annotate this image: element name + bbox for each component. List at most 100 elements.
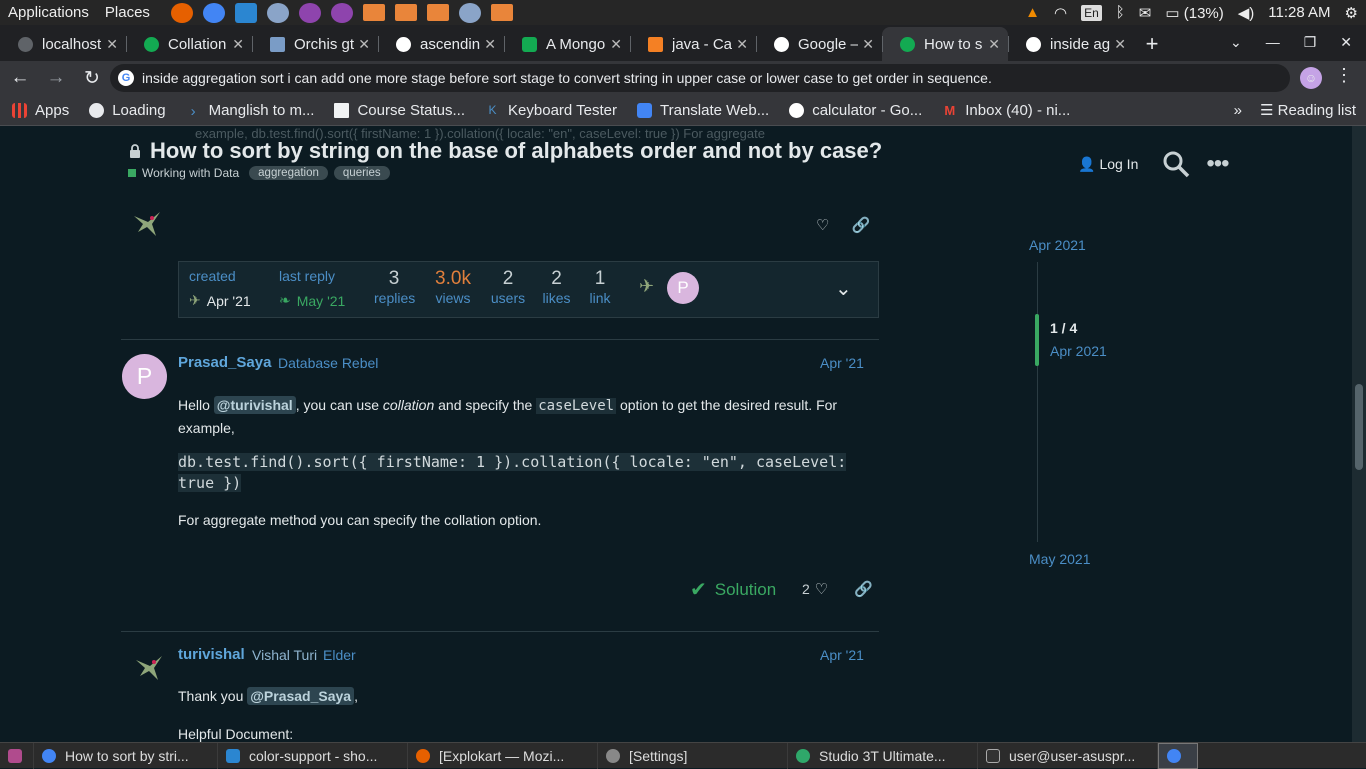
reading-list-button[interactable]: ☰ Reading list <box>1260 101 1356 119</box>
workspace-switcher[interactable] <box>1158 742 1198 769</box>
keyboard-layout[interactable]: En <box>1081 4 1102 21</box>
category-link[interactable]: Working with Data <box>142 166 239 180</box>
post-date[interactable]: Apr '21 <box>820 355 864 371</box>
bookmark-inbox[interactable]: M Inbox (40) - ni... <box>942 102 1070 119</box>
settings-gear-icon[interactable]: ⚙ <box>1345 4 1358 22</box>
bookmark-calculator[interactable]: calculator - Go... <box>789 102 922 119</box>
show-desktop-button[interactable] <box>0 742 34 769</box>
app-launcher-icon-1[interactable] <box>298 2 321 23</box>
more-bookmarks-button[interactable]: » <box>1234 102 1242 119</box>
minimize-button[interactable]: — <box>1266 34 1280 50</box>
taskbar-item[interactable]: [Explokart — Mozi... <box>408 742 598 769</box>
like-button[interactable]: 2 ♡ <box>802 580 828 598</box>
post-author-avatar[interactable]: P <box>122 354 167 399</box>
post-date[interactable]: Apr '21 <box>820 647 864 663</box>
mail-icon[interactable]: ✉ <box>1139 4 1152 22</box>
share-link-icon[interactable]: 🔗 <box>854 580 873 598</box>
address-text[interactable]: inside aggregation sort i can add one mo… <box>142 70 992 86</box>
browser-launcher-icon[interactable] <box>266 2 289 23</box>
timeline-start-date[interactable]: Apr 2021 <box>1029 237 1086 253</box>
address-bar[interactable]: G inside aggregation sort i can add one … <box>110 64 1290 92</box>
bookmark-keyboard-tester[interactable]: K Keyboard Tester <box>485 102 617 119</box>
bookmark-translate[interactable]: Translate Web... <box>637 102 769 119</box>
taskbar-item[interactable]: How to sort by stri... <box>34 742 218 769</box>
tab-close-icon[interactable]: ✕ <box>106 36 118 53</box>
reload-button[interactable]: ↻ <box>76 67 108 90</box>
chrome-launcher-icon[interactable] <box>202 2 225 23</box>
maximize-button[interactable]: ❐ <box>1304 34 1317 51</box>
participant-avatar[interactable]: P <box>667 272 699 304</box>
topic-title[interactable]: How to sort by string on the base of alp… <box>150 138 882 164</box>
taskbar-item[interactable]: [Settings] <box>598 742 788 769</box>
back-button[interactable]: ← <box>4 67 36 89</box>
tab-close-icon[interactable]: ✕ <box>988 36 1000 53</box>
tab-close-icon[interactable]: ✕ <box>232 36 244 53</box>
bookmark-manglish[interactable]: › Manglish to m... <box>186 102 315 120</box>
keyboard-icon: K <box>488 102 497 117</box>
network-launcher-icon[interactable] <box>458 2 481 23</box>
new-tab-button[interactable]: + <box>1134 27 1170 61</box>
wifi-icon[interactable]: ◠ <box>1054 4 1067 22</box>
taskbar-item[interactable]: user@user-asuspr... <box>978 742 1158 769</box>
share-link-icon[interactable]: 🔗 <box>851 216 870 234</box>
browser-tab-active[interactable]: How to s ✕ <box>882 27 1008 61</box>
page-scrollbar[interactable] <box>1352 126 1366 742</box>
taskbar-item[interactable]: color-support - sho... <box>218 742 408 769</box>
close-window-button[interactable]: ✕ <box>1340 34 1352 51</box>
user-mention[interactable]: @turivishal <box>213 396 296 414</box>
app-launcher-icon-2[interactable] <box>330 2 353 23</box>
timeline-track[interactable] <box>1037 262 1038 542</box>
bookmark-apps[interactable]: Apps <box>12 102 69 119</box>
hamburger-menu-icon[interactable]: ••• <box>1206 150 1229 178</box>
post-author-username[interactable]: Prasad_Saya <box>178 354 271 371</box>
browser-tab[interactable]: A Mongo ✕ <box>504 27 630 61</box>
browser-tab[interactable]: ascendin ✕ <box>378 27 504 61</box>
expand-chevron-icon[interactable]: ⌄ <box>835 276 852 301</box>
firefox-launcher-icon[interactable] <box>170 2 193 23</box>
bluetooth-icon[interactable]: ᛒ <box>1116 4 1125 21</box>
taskbar-item[interactable]: Studio 3T Ultimate... <box>788 742 978 769</box>
participant-bird-avatar[interactable]: ✈ <box>639 276 654 297</box>
browser-menu-icon[interactable]: ⋮ <box>1335 65 1353 86</box>
browser-tab[interactable]: Collation ✕ <box>126 27 252 61</box>
browser-tab[interactable]: Google – ✕ <box>756 27 882 61</box>
scrollbar-thumb[interactable] <box>1355 384 1363 470</box>
profile-avatar[interactable]: ☺ <box>1300 67 1322 89</box>
volume-icon[interactable]: ◀) <box>1238 4 1255 22</box>
bookmark-course-status[interactable]: Course Status... <box>334 102 465 119</box>
solution-badge[interactable]: ✔ Solution <box>690 577 776 602</box>
home-folder-launcher-icon[interactable] <box>394 4 417 21</box>
tab-close-icon[interactable]: ✕ <box>484 36 496 53</box>
timeline-scroll-handle[interactable] <box>1035 314 1039 366</box>
user-avatar-bird[interactable] <box>130 206 164 240</box>
vscode-launcher-icon[interactable] <box>234 2 257 23</box>
last-reply-info[interactable]: last reply ❧ May '21 <box>279 268 345 309</box>
folder-launcher-icon-1[interactable] <box>362 4 385 21</box>
vlc-icon[interactable]: ▲ <box>1025 4 1040 21</box>
browser-tab[interactable]: inside ag ✕ <box>1008 27 1134 61</box>
browser-tab[interactable]: Orchis gt ✕ <box>252 27 378 61</box>
post-author-username[interactable]: turivishal <box>178 646 245 663</box>
like-heart-icon[interactable]: ♡ <box>816 216 829 234</box>
tab-close-icon[interactable]: ✕ <box>610 36 622 53</box>
tab-close-icon[interactable]: ✕ <box>1114 36 1126 53</box>
folder-launcher-icon-2[interactable] <box>426 4 449 21</box>
user-mention[interactable]: @Prasad_Saya <box>247 687 355 705</box>
clock[interactable]: 11:28 AM <box>1268 4 1330 21</box>
tag-queries[interactable]: queries <box>333 166 390 180</box>
timeline-end-date[interactable]: May 2021 <box>1029 551 1090 567</box>
tab-close-icon[interactable]: ✕ <box>862 36 874 53</box>
places-menu[interactable]: Places <box>105 4 160 21</box>
applications-menu[interactable]: Applications <box>8 4 99 21</box>
user-avatar-bird[interactable] <box>132 650 166 684</box>
tab-search-chevron-icon[interactable]: ⌄ <box>1230 34 1242 51</box>
tag-aggregation[interactable]: aggregation <box>249 166 328 180</box>
tab-close-icon[interactable]: ✕ <box>358 36 370 53</box>
tab-close-icon[interactable]: ✕ <box>736 36 748 53</box>
battery-status[interactable]: ▭ (13%) <box>1165 4 1223 22</box>
browser-tab[interactable]: localhost ✕ <box>0 27 126 61</box>
folder-launcher-icon-3[interactable] <box>490 4 513 21</box>
forward-button[interactable]: → <box>40 67 72 89</box>
bookmark-loading[interactable]: Loading <box>89 102 166 119</box>
browser-tab[interactable]: java - Cas✕ <box>630 27 756 61</box>
